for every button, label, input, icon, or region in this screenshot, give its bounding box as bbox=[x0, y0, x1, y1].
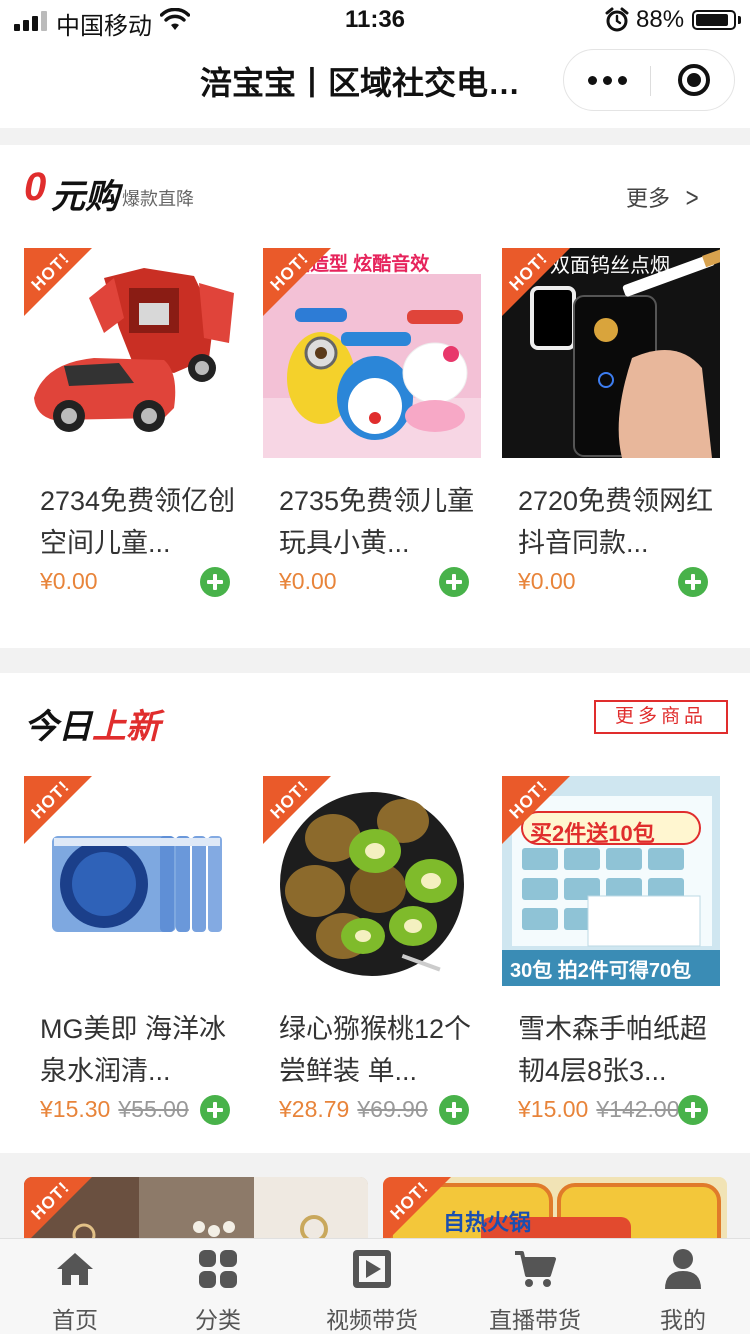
current-price: ¥15.30 bbox=[40, 1096, 111, 1122]
product-name[interactable]: MG美即 海洋冰泉水润清... bbox=[40, 1008, 236, 1092]
original-price: ¥55.00 bbox=[118, 1096, 189, 1122]
tab-label: 视频带货 bbox=[326, 1307, 418, 1333]
add-to-cart-plus-icon[interactable] bbox=[200, 1095, 230, 1125]
product-image[interactable]: 变造型 炫酷音效 HOT! bbox=[263, 248, 481, 458]
alarm-icon bbox=[605, 7, 629, 32]
free-purchase-section: 0 元购 爆款直降 更多 > HOT! 2734免费领亿创空间儿童... ¥0.… bbox=[0, 145, 750, 648]
section-title-new: 今日上新 bbox=[24, 699, 160, 748]
user-icon bbox=[665, 1249, 701, 1289]
product-price: ¥0.00 bbox=[279, 568, 337, 594]
title-new: 上新 bbox=[92, 708, 160, 746]
product-image[interactable]: 双面钨丝点烟 HOT! bbox=[502, 248, 720, 458]
add-to-cart-plus-icon[interactable] bbox=[200, 567, 230, 597]
close-mini-program-button[interactable] bbox=[656, 50, 734, 110]
product-name[interactable]: 雪木森手帕纸超韧4层8张3... bbox=[518, 1008, 714, 1092]
category-grid-icon bbox=[199, 1250, 237, 1288]
product-name[interactable]: 2735免费领儿童玩具小黄... bbox=[279, 480, 475, 564]
product-image[interactable]: HOT! bbox=[24, 776, 242, 986]
shopping-cart-icon bbox=[515, 1251, 556, 1287]
product-name[interactable]: 2720免费领网红抖音同款... bbox=[518, 480, 714, 564]
title-text: 元购 bbox=[51, 178, 119, 216]
product-price: ¥0.00 bbox=[40, 568, 98, 594]
video-play-icon bbox=[353, 1250, 391, 1288]
tab-live-selling[interactable]: 直播带货 bbox=[460, 1239, 610, 1334]
product-banner: 自热火锅 bbox=[443, 1210, 532, 1235]
product-price: ¥28.79 ¥69.90 bbox=[279, 1096, 428, 1123]
original-price: ¥69.90 bbox=[357, 1096, 428, 1122]
more-link[interactable]: 更多 > bbox=[626, 181, 700, 213]
mini-program-capsule bbox=[563, 49, 735, 111]
product-price: ¥0.00 bbox=[518, 568, 576, 594]
product-card-jewelry[interactable]: HOT! bbox=[24, 1177, 368, 1247]
more-label: 更多 bbox=[626, 186, 671, 211]
current-price: ¥28.79 bbox=[279, 1096, 350, 1122]
battery-tip bbox=[738, 16, 741, 24]
home-icon bbox=[57, 1253, 93, 1285]
product-image[interactable]: 买2件送10包 30包 拍2件可得70包 HOT! bbox=[502, 776, 720, 986]
title-today: 今日 bbox=[24, 708, 92, 746]
tab-label: 首页 bbox=[52, 1307, 98, 1333]
page-title: 涪宝宝丨区域社交电… bbox=[200, 65, 521, 101]
tab-category[interactable]: 分类 bbox=[143, 1239, 293, 1334]
product-name[interactable]: 2734免费领亿创空间儿童... bbox=[40, 480, 236, 564]
page: 中国移动 11:36 88% 涪宝宝丨区域社交电… 0 元购 爆款直降 更多 >… bbox=[0, 0, 750, 1334]
chevron-right-icon: > bbox=[685, 182, 699, 213]
battery-percent: 88% bbox=[636, 6, 685, 33]
original-price: ¥142.00 bbox=[596, 1096, 680, 1122]
new-arrivals-section: 今日上新 更多商品 HOT! MG美即 海洋冰泉水润清... ¥15.30 ¥5… bbox=[0, 673, 750, 1153]
tab-label: 分类 bbox=[195, 1307, 241, 1333]
product-image[interactable]: HOT! bbox=[24, 248, 242, 458]
product-name[interactable]: 绿心猕猴桃12个尝鲜装 单... bbox=[279, 1008, 475, 1092]
current-price: ¥15.00 bbox=[518, 1096, 589, 1122]
tab-label: 直播带货 bbox=[489, 1307, 581, 1333]
add-to-cart-plus-icon[interactable] bbox=[678, 1095, 708, 1125]
product-price: ¥15.00 ¥142.00 bbox=[518, 1096, 680, 1123]
product-banner-bottom: 30包 拍2件可得70包 bbox=[510, 960, 692, 982]
product-price: ¥15.30 ¥55.00 bbox=[40, 1096, 189, 1123]
section-subtitle: 爆款直降 bbox=[122, 189, 194, 209]
tab-video-selling[interactable]: 视频带货 bbox=[297, 1239, 447, 1334]
more-dots-button[interactable] bbox=[564, 50, 650, 110]
bottom-tab-bar: 首页 分类 视频带货 直播带货 我的 bbox=[0, 1238, 750, 1334]
add-to-cart-plus-icon[interactable] bbox=[439, 1095, 469, 1125]
nav-bar: 涪宝宝丨区域社交电… bbox=[0, 40, 750, 128]
add-to-cart-plus-icon[interactable] bbox=[439, 567, 469, 597]
tab-profile[interactable]: 我的 bbox=[608, 1239, 750, 1334]
tab-home[interactable]: 首页 bbox=[0, 1239, 150, 1334]
tab-label: 我的 bbox=[660, 1307, 706, 1333]
status-bar: 中国移动 11:36 88% bbox=[0, 0, 750, 40]
product-image[interactable]: HOT! bbox=[263, 776, 481, 986]
more-products-button[interactable]: 更多商品 bbox=[594, 700, 728, 734]
product-card-hotpot[interactable]: 自热火锅 HOT! bbox=[383, 1177, 727, 1247]
capsule-divider bbox=[650, 66, 651, 96]
add-to-cart-plus-icon[interactable] bbox=[678, 567, 708, 597]
battery-icon bbox=[692, 10, 736, 30]
title-zero: 0 bbox=[24, 165, 47, 209]
